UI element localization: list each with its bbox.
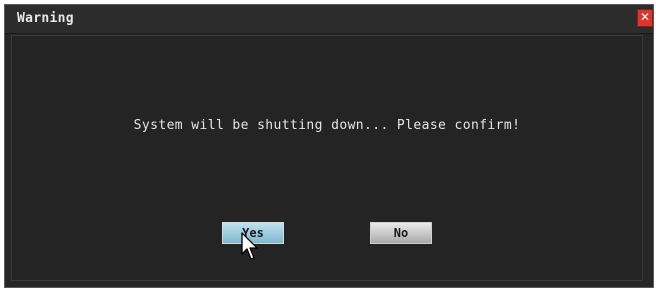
screen: Warning ✕ System will be shutting down..… (0, 0, 656, 290)
no-button[interactable]: No (370, 222, 432, 244)
dialog-titlebar: Warning ✕ (5, 5, 653, 34)
mouse-cursor-icon (241, 232, 258, 260)
close-icon: ✕ (639, 10, 651, 24)
close-button[interactable]: ✕ (637, 9, 653, 27)
warning-dialog: Warning ✕ System will be shutting down..… (4, 4, 654, 288)
dialog-body: System will be shutting down... Please c… (11, 35, 643, 281)
dialog-title: Warning (17, 11, 74, 26)
confirm-message: System will be shutting down... Please c… (133, 118, 521, 133)
